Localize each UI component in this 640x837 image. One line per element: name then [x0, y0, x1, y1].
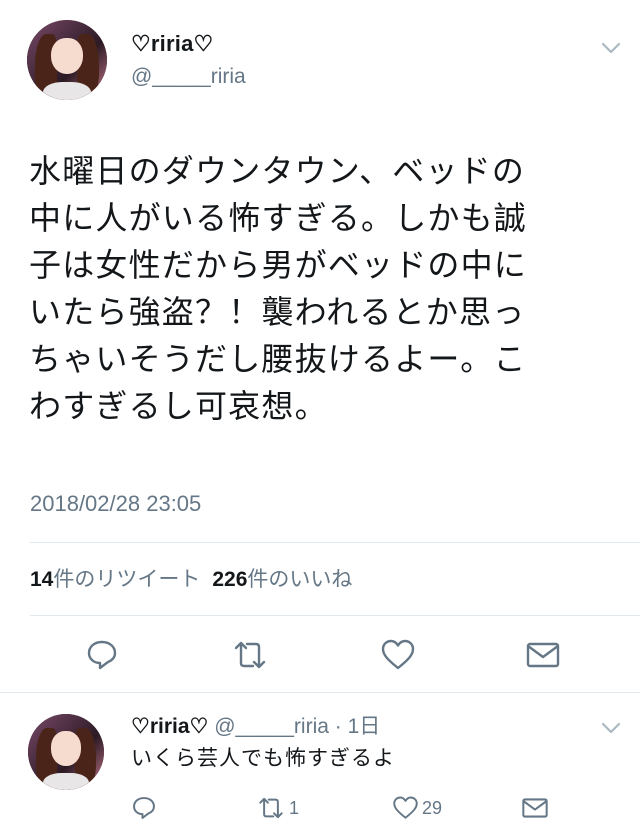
tweet-text-line: 水曜日のダウンタウン、ベッドの — [29, 152, 526, 190]
reply-meta: @_____riria · 1日 — [214, 715, 381, 738]
divider — [30, 542, 640, 543]
reply-tweet[interactable]: ♡riria♡ @_____riria · 1日 いくら芸人でも怖すぎるよ 1 … — [0, 694, 640, 837]
divider — [0, 692, 640, 693]
share-button[interactable] — [521, 793, 549, 823]
tweet-text: 水曜日のダウンタウン、ベッドの 中に人がいる怖すぎる。しかも誠 子は女性だから男… — [29, 148, 619, 430]
tweet-text-line: ちゃいそうだし腰抜けるよー。こ — [29, 340, 527, 378]
reply-header: ♡riria♡ @_____riria · 1日 — [131, 710, 380, 740]
likes-count: 226 — [212, 568, 248, 591]
user-handle[interactable]: @_____riria — [131, 65, 246, 89]
tweet-text-line: いたら強盗？！襲われるとか思っ — [29, 293, 526, 331]
display-name[interactable]: ♡riria♡ — [131, 715, 208, 738]
reply-button[interactable] — [131, 793, 157, 823]
reply-icon — [87, 640, 117, 670]
divider — [30, 615, 640, 616]
chevron-down-icon[interactable] — [601, 720, 621, 734]
heart-icon — [381, 639, 415, 670]
mail-icon — [522, 798, 548, 818]
retweet-count: 1 — [289, 797, 300, 818]
tweet-text-line: わすぎるし可哀想。 — [29, 387, 328, 425]
avatar[interactable] — [28, 714, 104, 790]
mail-icon — [526, 642, 560, 668]
retweet-icon — [234, 641, 266, 669]
retweets-label: 件のリツイート — [53, 568, 201, 591]
main-tweet: ♡riria♡ @_____riria 水曜日のダウンタウン、ベッドの 中に人が… — [0, 0, 640, 693]
tweet-text-line: 子は女性だから男がベッドの中に — [29, 246, 528, 284]
avatar[interactable] — [27, 20, 107, 100]
tweet-text-line: 中に人がいる怖すぎる。しかも誠 — [29, 199, 528, 237]
engagement-stats: 14件のリツイート 226件のいいね — [30, 563, 352, 593]
like-count: 29 — [422, 797, 443, 818]
retweets-stat[interactable]: 14件のリツイート — [30, 563, 200, 593]
share-button[interactable] — [523, 635, 563, 675]
chevron-down-icon[interactable] — [601, 40, 621, 54]
retweet-button[interactable]: 1 — [256, 793, 299, 823]
like-button[interactable]: 29 — [392, 793, 442, 823]
heart-icon — [393, 796, 418, 819]
likes-stat[interactable]: 226件のいいね — [212, 563, 352, 593]
likes-label: 件のいいね — [247, 568, 353, 591]
timestamp[interactable]: 2018/02/28 23:05 — [30, 491, 201, 517]
reply-text: いくら芸人でも怖すぎるよ — [131, 746, 395, 770]
reply-icon — [133, 797, 155, 819]
retweets-count: 14 — [30, 568, 54, 591]
reply-button[interactable] — [82, 635, 122, 675]
display-name[interactable]: ♡riria♡ — [131, 31, 213, 57]
retweet-icon — [259, 797, 283, 819]
retweet-button[interactable] — [230, 635, 270, 675]
like-button[interactable] — [378, 635, 418, 675]
